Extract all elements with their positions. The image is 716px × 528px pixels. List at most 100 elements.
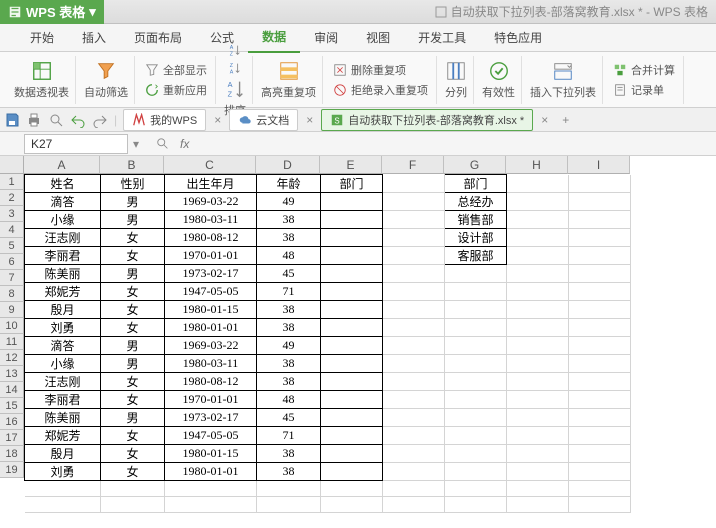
cell[interactable]: 男 bbox=[101, 337, 165, 355]
cell[interactable] bbox=[569, 427, 631, 445]
cell[interactable]: 38 bbox=[257, 445, 321, 463]
cloud-tab[interactable]: 云文档 bbox=[229, 109, 298, 131]
row-head-6[interactable]: 6 bbox=[0, 254, 24, 270]
cell[interactable]: 1947-05-05 bbox=[165, 283, 257, 301]
cell[interactable]: 1980-03-11 bbox=[165, 355, 257, 373]
cell[interactable] bbox=[383, 463, 445, 481]
cell[interactable]: 1980-03-11 bbox=[165, 211, 257, 229]
cell[interactable] bbox=[445, 445, 507, 463]
cell[interactable]: 姓名 bbox=[25, 175, 101, 193]
save-icon[interactable] bbox=[4, 112, 20, 128]
cell[interactable] bbox=[383, 481, 445, 497]
cell[interactable]: 1980-01-01 bbox=[165, 463, 257, 481]
row-head-9[interactable]: 9 bbox=[0, 302, 24, 318]
cell[interactable] bbox=[569, 283, 631, 301]
cell[interactable]: 1980-01-01 bbox=[165, 319, 257, 337]
cell[interactable]: 1970-01-01 bbox=[165, 247, 257, 265]
cell[interactable]: 汪志刚 bbox=[25, 229, 101, 247]
cell[interactable] bbox=[383, 301, 445, 319]
cell[interactable] bbox=[383, 497, 445, 513]
cell[interactable]: 汪志刚 bbox=[25, 373, 101, 391]
cell[interactable] bbox=[507, 409, 569, 427]
del-dup-button[interactable]: 删除重复项 bbox=[331, 61, 430, 79]
cell[interactable] bbox=[383, 283, 445, 301]
cell[interactable] bbox=[507, 319, 569, 337]
cell[interactable]: 1969-03-22 bbox=[165, 193, 257, 211]
menu-视图[interactable]: 视图 bbox=[352, 23, 404, 52]
cells-area[interactable]: 姓名性别出生年月年龄部门部门滴答男1969-03-2249总经办小缘男1980-… bbox=[24, 174, 631, 513]
cell[interactable] bbox=[383, 337, 445, 355]
cell[interactable]: 1973-02-17 bbox=[165, 265, 257, 283]
cell[interactable]: 49 bbox=[257, 193, 321, 211]
cell[interactable] bbox=[383, 319, 445, 337]
row-head-11[interactable]: 11 bbox=[0, 334, 24, 350]
cell[interactable] bbox=[321, 355, 383, 373]
menu-插入[interactable]: 插入 bbox=[68, 23, 120, 52]
cell[interactable] bbox=[445, 427, 507, 445]
cell[interactable]: 男 bbox=[101, 409, 165, 427]
cell[interactable]: 小缘 bbox=[25, 355, 101, 373]
col-head-B[interactable]: B bbox=[100, 156, 164, 174]
cell[interactable] bbox=[507, 481, 569, 497]
cell[interactable]: 71 bbox=[257, 283, 321, 301]
search-icon[interactable] bbox=[156, 137, 170, 151]
cell[interactable]: 1980-08-12 bbox=[165, 229, 257, 247]
cell[interactable]: 男 bbox=[101, 211, 165, 229]
cell[interactable]: 女 bbox=[101, 229, 165, 247]
active-doc-tab[interactable]: S自动获取下拉列表-部落窝教育.xlsx * bbox=[321, 109, 533, 131]
cell[interactable] bbox=[25, 481, 101, 497]
cell[interactable] bbox=[445, 391, 507, 409]
cell[interactable] bbox=[321, 463, 383, 481]
cell[interactable]: 小缘 bbox=[25, 211, 101, 229]
sort-asc-button[interactable]: AZ bbox=[226, 42, 244, 58]
cell[interactable]: 38 bbox=[257, 301, 321, 319]
cell[interactable] bbox=[507, 175, 569, 193]
cell[interactable]: 部门 bbox=[445, 175, 507, 193]
cell[interactable]: 女 bbox=[101, 283, 165, 301]
cell[interactable] bbox=[569, 319, 631, 337]
cell[interactable]: 45 bbox=[257, 409, 321, 427]
wps-home-tab[interactable]: 我的WPS bbox=[123, 109, 206, 131]
menu-开发工具[interactable]: 开发工具 bbox=[404, 23, 480, 52]
new-tab-button[interactable]: + bbox=[556, 113, 575, 127]
row-head-15[interactable]: 15 bbox=[0, 398, 24, 414]
cell[interactable]: 女 bbox=[101, 427, 165, 445]
spreadsheet-grid[interactable]: 12345678910111213141516171819 ABCDEFGHI … bbox=[0, 156, 716, 513]
cell[interactable] bbox=[507, 283, 569, 301]
cell[interactable]: 女 bbox=[101, 319, 165, 337]
showall-button[interactable]: 全部显示 bbox=[143, 61, 209, 79]
col-head-G[interactable]: G bbox=[444, 156, 506, 174]
insert-dropdown-button[interactable]: 插入下拉列表 bbox=[530, 60, 596, 100]
cell[interactable]: 38 bbox=[257, 319, 321, 337]
cell[interactable] bbox=[445, 463, 507, 481]
cell[interactable] bbox=[383, 409, 445, 427]
cell[interactable]: 女 bbox=[101, 301, 165, 319]
row-head-1[interactable]: 1 bbox=[0, 174, 24, 190]
cell[interactable] bbox=[321, 211, 383, 229]
menu-开始[interactable]: 开始 bbox=[16, 23, 68, 52]
cell[interactable] bbox=[507, 337, 569, 355]
cell[interactable] bbox=[569, 409, 631, 427]
cell[interactable] bbox=[445, 265, 507, 283]
cell[interactable]: 总经办 bbox=[445, 193, 507, 211]
cell[interactable] bbox=[569, 481, 631, 497]
autofilter-button[interactable]: 自动筛选 bbox=[84, 60, 128, 100]
row-head-3[interactable]: 3 bbox=[0, 206, 24, 222]
cell[interactable]: 客服部 bbox=[445, 247, 507, 265]
row-head-12[interactable]: 12 bbox=[0, 350, 24, 366]
col-head-I[interactable]: I bbox=[568, 156, 630, 174]
cell[interactable]: 李丽君 bbox=[25, 391, 101, 409]
cell[interactable]: 1980-08-12 bbox=[165, 373, 257, 391]
cell[interactable]: 女 bbox=[101, 247, 165, 265]
cell[interactable] bbox=[321, 247, 383, 265]
cell[interactable] bbox=[321, 391, 383, 409]
col-head-D[interactable]: D bbox=[256, 156, 320, 174]
col-head-F[interactable]: F bbox=[382, 156, 444, 174]
select-all-corner[interactable] bbox=[0, 156, 24, 174]
cell[interactable]: 郑妮芳 bbox=[25, 427, 101, 445]
cell[interactable]: 李丽君 bbox=[25, 247, 101, 265]
cell[interactable]: 出生年月 bbox=[165, 175, 257, 193]
cell[interactable] bbox=[569, 229, 631, 247]
app-badge[interactable]: WPS 表格 ▾ bbox=[0, 0, 104, 24]
cell[interactable]: 38 bbox=[257, 355, 321, 373]
